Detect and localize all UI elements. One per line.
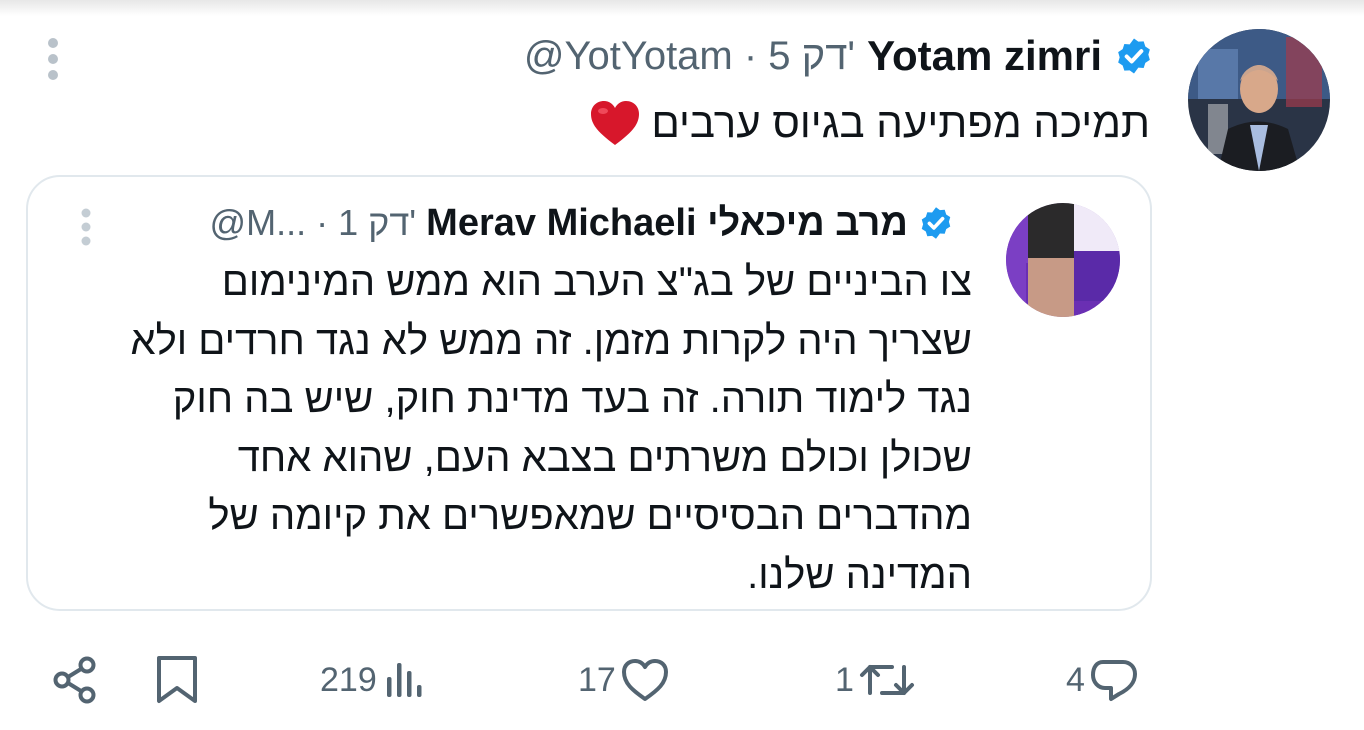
author-name[interactable]: Yotam zimri (867, 32, 1102, 80)
retweet-button[interactable]: 1 (835, 640, 916, 720)
quoted-text-line: שכולן וכולם משרתים בצבא העם, שהוא אחד (237, 435, 972, 480)
reply-icon (1090, 660, 1137, 701)
reply-button[interactable]: 4 (1066, 640, 1139, 720)
share-icon (53, 656, 96, 704)
tweet-text: תמיכה מפתיעה בגיוס ערבים (589, 94, 1150, 152)
heart-icon (621, 659, 668, 701)
bookmark-icon (157, 656, 197, 703)
views-count: 219 (320, 660, 377, 699)
retweet-icon (859, 665, 914, 695)
share-button[interactable] (50, 640, 100, 720)
top-shadow (0, 0, 1364, 16)
tweet-header: Yotam zimri @YotYotam · 5 דק' (524, 28, 1154, 84)
tweet-text-content: תמיכה מפתיעה בגיוס ערבים (651, 99, 1150, 146)
more-vertical-icon[interactable] (44, 36, 62, 82)
red-heart-icon (591, 101, 640, 145)
author-avatar[interactable] (1188, 29, 1330, 171)
author-handle-time[interactable]: @YotYotam · 5 דק' (524, 34, 855, 79)
verified-badge-icon (1118, 38, 1150, 74)
views-icon (386, 663, 422, 697)
quoted-author-handle-time[interactable]: @M... · 1 דק' (210, 202, 417, 244)
quoted-text-line: מהדברים הבסיסיים שמאפשרים את קיומה של (208, 494, 972, 538)
tweet-action-bar: 219 17 1 4 (0, 640, 1364, 720)
retweets-count: 1 (835, 660, 854, 699)
more-vertical-icon[interactable] (78, 207, 94, 247)
like-button[interactable]: 17 (578, 640, 670, 720)
verified-badge-icon (921, 207, 951, 239)
quoted-tweet-header: Merav Michaeli מרב מיכאלי @M... · 1 דק' (210, 197, 954, 249)
likes-count: 17 (578, 660, 616, 699)
views-button[interactable]: 219 (320, 640, 427, 720)
quoted-text-line: צו הביניים של בג"צ הערב הוא ממש המינימום (221, 260, 972, 304)
quoted-text-line: נגד לימוד תורה. זה בעד מדינת חוק, שיש בה… (172, 377, 972, 421)
quoted-tweet-card[interactable]: Merav Michaeli מרב מיכאלי @M... · 1 דק' … (26, 175, 1152, 611)
replies-count: 4 (1066, 660, 1085, 699)
bookmark-button[interactable] (155, 640, 199, 720)
quoted-author-avatar[interactable] (1006, 203, 1120, 317)
quoted-text-line: שצריך היה לקרות מזמן. זה ממש לא נגד חרדי… (130, 318, 972, 363)
quoted-tweet-text: צו הביניים של בג"צ הערב הוא ממש המינימום… (72, 253, 972, 604)
quoted-author-name[interactable]: Merav Michaeli מרב מיכאלי (426, 202, 908, 245)
quoted-text-line: המדינה שלנו. (747, 552, 972, 597)
